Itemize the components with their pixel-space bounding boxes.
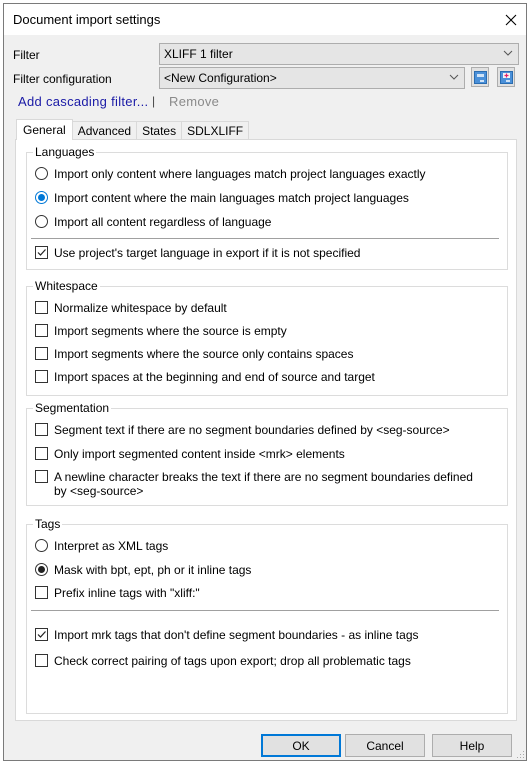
checkbox-import-mrk-inline[interactable]: Import mrk tags that don't define segmen… [35, 628, 419, 642]
radio-button-selected[interactable] [35, 191, 48, 204]
chevron-down-icon [503, 50, 513, 56]
new-configuration-icon [499, 70, 513, 84]
resize-grip-icon[interactable] [517, 751, 525, 759]
option-label: Only import segmented content inside <mr… [54, 447, 345, 461]
checkbox[interactable] [35, 301, 48, 314]
radio-languages-all[interactable]: Import all content regardless of languag… [35, 215, 271, 229]
save-icon [473, 70, 487, 84]
checkbox[interactable] [35, 654, 48, 667]
add-cascading-filter-link[interactable]: Add cascading filter... [18, 94, 148, 109]
filter-configuration-dropdown[interactable]: <New Configuration> [159, 67, 465, 89]
checkbox-normalize-whitespace[interactable]: Normalize whitespace by default [35, 301, 227, 315]
filter-label: Filter [13, 48, 40, 62]
button-label: Help [459, 738, 485, 753]
tab-general[interactable]: General [16, 119, 73, 140]
tab-label: SDLXLIFF [187, 124, 244, 138]
checkbox-check-tag-pairing[interactable]: Check correct pairing of tags upon expor… [35, 654, 411, 668]
save-configuration-button[interactable] [471, 67, 489, 87]
close-button[interactable] [496, 4, 526, 35]
cancel-button[interactable]: Cancel [345, 734, 425, 757]
filter-dropdown[interactable]: XLIFF 1 filter [159, 43, 519, 65]
tab-strip: General Advanced States SDLXLIFF [16, 119, 250, 140]
checkbox-checked[interactable] [35, 246, 48, 259]
group-title: Segmentation [33, 401, 112, 415]
checkbox[interactable] [35, 423, 48, 436]
checkbox[interactable] [35, 470, 48, 483]
option-label: Import spaces at the beginning and end o… [54, 370, 375, 384]
option-label: Prefix inline tags with "xliff:" [54, 586, 200, 600]
radio-button[interactable] [35, 167, 48, 180]
option-label: Use project's target language in export … [54, 246, 361, 260]
checkbox-import-spaces-only[interactable]: Import segments where the source only co… [35, 347, 353, 361]
checkbox-segment-text[interactable]: Segment text if there are no segment bou… [35, 423, 450, 437]
button-label: OK [292, 738, 310, 753]
new-configuration-button[interactable] [497, 67, 515, 87]
group-title: Tags [33, 517, 63, 531]
checkbox-import-leading-trailing-spaces[interactable]: Import spaces at the beginning and end o… [35, 370, 375, 384]
segmentation-group: Segmentation Segment text if there are n… [26, 401, 508, 506]
option-label: Normalize whitespace by default [54, 301, 227, 315]
ok-button[interactable]: OK [261, 734, 341, 757]
option-label: A newline character breaks the text if t… [54, 470, 473, 498]
radio-languages-exact[interactable]: Import only content where languages matc… [35, 167, 426, 181]
checkbox-import-empty-source[interactable]: Import segments where the source is empt… [35, 324, 287, 338]
close-icon [505, 14, 517, 25]
checkbox[interactable] [35, 347, 48, 360]
divider [31, 238, 499, 239]
checkbox[interactable] [35, 447, 48, 460]
dialog-window: Document import settings Filter XLIFF 1 … [3, 3, 527, 761]
checkbox[interactable] [35, 324, 48, 337]
tab-label: States [142, 124, 177, 138]
option-label: Import only content where languages matc… [54, 167, 426, 181]
remove-link[interactable]: Remove [169, 94, 219, 109]
option-label: Import segments where the source is empt… [54, 324, 287, 338]
filter-value: XLIFF 1 filter [164, 47, 233, 61]
radio-button[interactable] [35, 215, 48, 228]
group-title: Whitespace [33, 279, 100, 293]
checkbox-checked[interactable] [35, 628, 48, 641]
option-label: Check correct pairing of tags upon expor… [54, 654, 411, 668]
tab-advanced[interactable]: Advanced [71, 121, 138, 140]
radio-interpret-xml[interactable]: Interpret as XML tags [35, 539, 168, 553]
tab-label: General [23, 123, 66, 137]
chevron-down-icon [449, 74, 459, 80]
checkbox-prefix-xliff[interactable]: Prefix inline tags with "xliff:" [35, 586, 200, 600]
divider [31, 610, 499, 611]
group-title: Languages [33, 145, 97, 159]
tags-group: Tags Interpret as XML tags Mask with bpt… [26, 517, 508, 714]
option-label-line2: by <seg-source> [54, 484, 144, 498]
languages-group: Languages Import only content where lang… [26, 145, 508, 270]
option-label: Interpret as XML tags [54, 539, 169, 553]
checkmark-icon [37, 249, 46, 256]
checkbox[interactable] [35, 586, 48, 599]
link-separator: | [152, 94, 156, 108]
button-label: Cancel [366, 738, 404, 753]
tab-states[interactable]: States [136, 121, 183, 140]
option-label: Import all content regardless of languag… [54, 215, 272, 229]
general-tab-panel: Languages Import only content where lang… [15, 139, 517, 721]
option-label: Segment text if there are no segment bou… [54, 423, 450, 437]
radio-button-selected[interactable] [35, 563, 48, 576]
radio-languages-main[interactable]: Import content where the main languages … [35, 191, 409, 205]
tab-label: Advanced [77, 124, 132, 138]
tab-sdlxliff[interactable]: SDLXLIFF [181, 121, 250, 140]
dialog-title: Document import settings [13, 12, 161, 27]
title-bar: Document import settings [4, 4, 526, 35]
option-label: Import segments where the source only co… [54, 347, 354, 361]
checkbox-only-mrk[interactable]: Only import segmented content inside <mr… [35, 447, 345, 461]
checkbox-use-target-language[interactable]: Use project's target language in export … [35, 246, 360, 260]
whitespace-group: Whitespace Normalize whitespace by defau… [26, 279, 508, 396]
help-button[interactable]: Help [432, 734, 512, 757]
checkbox[interactable] [35, 370, 48, 383]
option-label-line1: A newline character breaks the text if t… [54, 470, 473, 484]
option-label: Import content where the main languages … [54, 191, 409, 205]
filter-configuration-label: Filter configuration [13, 72, 112, 86]
checkmark-icon [37, 631, 46, 638]
option-label: Import mrk tags that don't define segmen… [54, 628, 419, 642]
checkbox-newline-breaks[interactable]: A newline character breaks the text if t… [35, 470, 473, 498]
filter-configuration-value: <New Configuration> [164, 71, 277, 85]
radio-button[interactable] [35, 539, 48, 552]
option-label: Mask with bpt, ept, ph or it inline tags [54, 563, 252, 577]
radio-mask-inline-tags[interactable]: Mask with bpt, ept, ph or it inline tags [35, 563, 251, 577]
